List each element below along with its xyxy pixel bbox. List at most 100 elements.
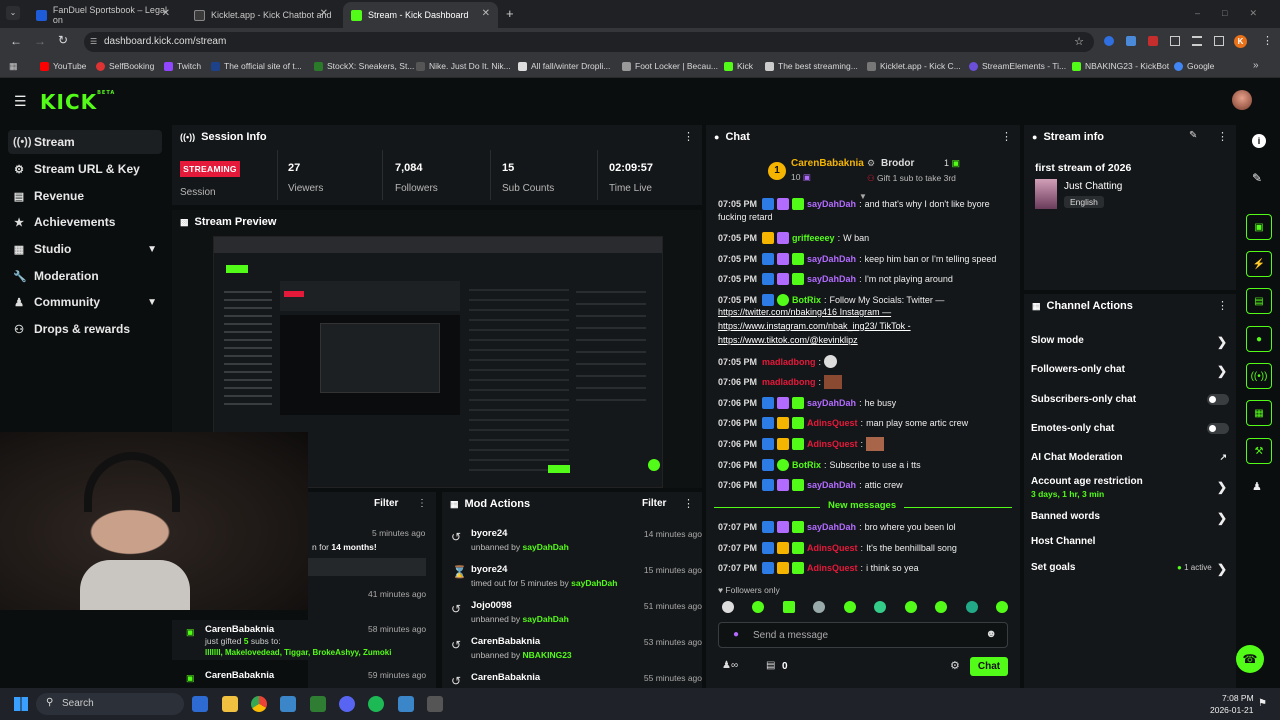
bookmark-kickbot[interactable]: NBAKING23 - KickBot [1072,61,1169,71]
emote-icon[interactable] [722,601,734,613]
emote-icon[interactable] [935,601,948,613]
more-options-icon[interactable]: ⋮ [1001,130,1012,143]
chat-user[interactable]: AdinsQuest [807,439,858,449]
sidebar-item-revenue[interactable]: ▤ Revenue [8,184,162,208]
site-info-icon[interactable]: ☰ [90,32,97,52]
mod-action-row[interactable]: ↺ byore24 14 minutes ago unbanned by say… [442,524,702,560]
browser-menu-icon[interactable]: ⋮ [1262,34,1273,47]
sidebar-item-studio[interactable]: ▦ Studio ▼ [8,237,162,261]
set-goals-row[interactable]: Set goals ● 1 active ❯ [1031,562,1227,576]
url-field[interactable]: ☰ dashboard.kick.com/stream ☆ [84,32,1094,52]
emote-icon[interactable] [965,601,978,613]
host-channel-row[interactable]: Host Channel [1031,536,1227,547]
followers-only-row[interactable]: Followers-only chat ❯ [1031,364,1227,378]
microphone-icon[interactable]: ● [733,629,739,640]
bookmark-streaming[interactable]: The best streaming... [765,61,858,71]
chat-user[interactable]: AdinsQuest [807,418,858,428]
emote-icon[interactable] [813,601,826,613]
extension-icons[interactable] [1104,36,1224,46]
chat-user[interactable]: BotRix [792,460,821,470]
rail-button-clip[interactable]: ▣ [1246,214,1272,240]
more-options-icon[interactable]: ⋮ [417,498,427,509]
sidebar-item-achievements[interactable]: ★ Achievements [8,210,162,234]
community-icon[interactable]: ♟ [1252,480,1262,493]
taskbar-search[interactable]: ⚲ Search [36,693,184,715]
media-icon[interactable] [1192,36,1202,46]
discord-icon[interactable] [339,696,355,712]
reload-icon[interactable]: ↻ [58,33,68,47]
window-controls[interactable]: –□✕ [1195,8,1279,19]
bookmark-youtube[interactable]: YouTube [40,61,86,71]
rail-button-queue[interactable]: ▦ [1246,400,1272,426]
category-thumbnail[interactable] [1035,179,1057,209]
kick-logo[interactable]: KICKBETA [40,90,115,114]
rail-button-chat[interactable]: ● [1246,326,1272,352]
emote-icon[interactable] [874,601,887,613]
emote-icon[interactable] [995,601,1008,613]
chat-user[interactable]: sayDahDah [807,398,856,408]
sidebar-item-drops-rewards[interactable]: ⚇ Drops & rewards [8,317,162,341]
sidebar-item-moderation[interactable]: 🔧 Moderation [8,264,162,288]
bookmark-stockx[interactable]: StockX: Sneakers, St... [314,61,414,71]
bookmark-streamelements[interactable]: StreamElements - Ti... [969,61,1066,71]
tab-list-dropdown[interactable]: ⌄ [6,6,20,20]
mod-action-row[interactable]: ⌛ byore24 15 minutes ago timed out for 5… [442,560,702,596]
chat-link[interactable]: https://www.instagram.com/nbak_ing23/ Ti… [718,321,911,331]
chat-message[interactable]: 07:05 PM griffeeeey: W ban [718,232,869,244]
bookmark-droplist[interactable]: All fall/winter Dropli... [518,61,610,71]
chrome-icon[interactable] [251,696,267,712]
chat-user[interactable]: madladbong [762,357,816,367]
settings-icon[interactable]: ⚙ [950,659,960,672]
emoji-icon[interactable]: ☻ [985,628,997,640]
emote-icon[interactable] [843,601,856,613]
chat-message[interactable]: 07:06 PM sayDahDah: he busy [718,397,896,409]
bookmark-google[interactable]: Google [1174,61,1214,71]
new-messages-divider[interactable]: New messages [714,500,1012,514]
bookmark-kick[interactable]: Kick [724,61,753,71]
chat-message[interactable]: 07:05 PM sayDahDah: and that's why I don't… [718,198,990,210]
chat-message[interactable]: 07:05 PM sayDahDah: I'm not playing around [718,273,953,285]
bookmark-nike[interactable]: Nike. Just Do It. Nik... [416,61,511,71]
extension-icon[interactable] [1148,36,1158,46]
category-name[interactable]: Just Chatting [1064,181,1122,192]
bookmark-footlocker[interactable]: Foot Locker | Becau... [622,61,718,71]
tab-kicklet[interactable]: Kicklet.app - Kick Chatbot and ✕ [186,2,336,28]
copilot-icon[interactable] [192,696,208,712]
help-chat-button[interactable]: ☎ [1236,645,1264,673]
chat-message[interactable]: 07:06 PM AdinsQuest: [718,437,885,451]
xbox-icon[interactable] [310,696,326,712]
hamburger-menu-icon[interactable]: ☰ [14,93,27,110]
subscribers-only-toggle[interactable] [1207,394,1229,405]
clock-date[interactable]: 2026-01-21 [1210,705,1253,715]
forward-icon[interactable]: → [34,34,46,48]
ai-moderation-row[interactable]: AI Chat Moderation ↗ [1031,452,1227,463]
chat-message[interactable]: 07:05 PM BotRix: Follow My Socials: Twitte… [718,294,944,306]
app-icon[interactable] [398,696,414,712]
app-icon[interactable] [280,696,296,712]
tab-fanduel[interactable]: FanDuel Sportsbook – Legal on ✕ [28,2,178,28]
account-age-row[interactable]: Account age restriction ❯ [1031,476,1227,494]
mod-action-row[interactable]: ↺ CarenBabaknia 53 minutes ago unbanned … [442,632,702,668]
rail-button-tools[interactable]: ⚒ [1246,438,1272,464]
notification-icon[interactable]: ⚑ [1258,698,1267,709]
rail-button-lightning[interactable]: ⚡ [1246,251,1272,277]
info-icon[interactable]: i [1252,134,1266,148]
bookmark-nba[interactable]: The official site of t... [211,61,302,71]
new-tab-button[interactable]: + [506,6,514,21]
edit-icon[interactable]: ✎ [1252,171,1262,185]
close-icon[interactable]: ✕ [482,8,490,19]
back-icon[interactable]: ← [10,34,22,48]
slow-mode-row[interactable]: Slow mode ❯ [1031,335,1227,349]
clock-time[interactable]: 7:08 PM [1222,693,1254,703]
tab-kick-dashboard[interactable]: Stream - Kick Dashboard ✕ [343,2,498,28]
gift-sub-prompt[interactable]: ⚇ Gift 1 sub to take 3rd [867,173,956,184]
chat-message[interactable]: 07:06 PM madladbong: [718,375,843,389]
app-icon[interactable] [427,696,443,712]
window-icon[interactable] [1214,36,1224,46]
chat-message[interactable]: 07:06 PM BotRix: Subscribe to use a i tts [718,459,921,471]
chat-link[interactable]: https://twitter.com/nbaking416 Instagram… [718,307,891,317]
mod-filter-button[interactable]: Filter [642,498,666,509]
file-explorer-icon[interactable] [222,696,238,712]
close-icon[interactable]: ✕ [162,8,170,19]
more-options-icon[interactable]: ⋮ [683,130,694,143]
